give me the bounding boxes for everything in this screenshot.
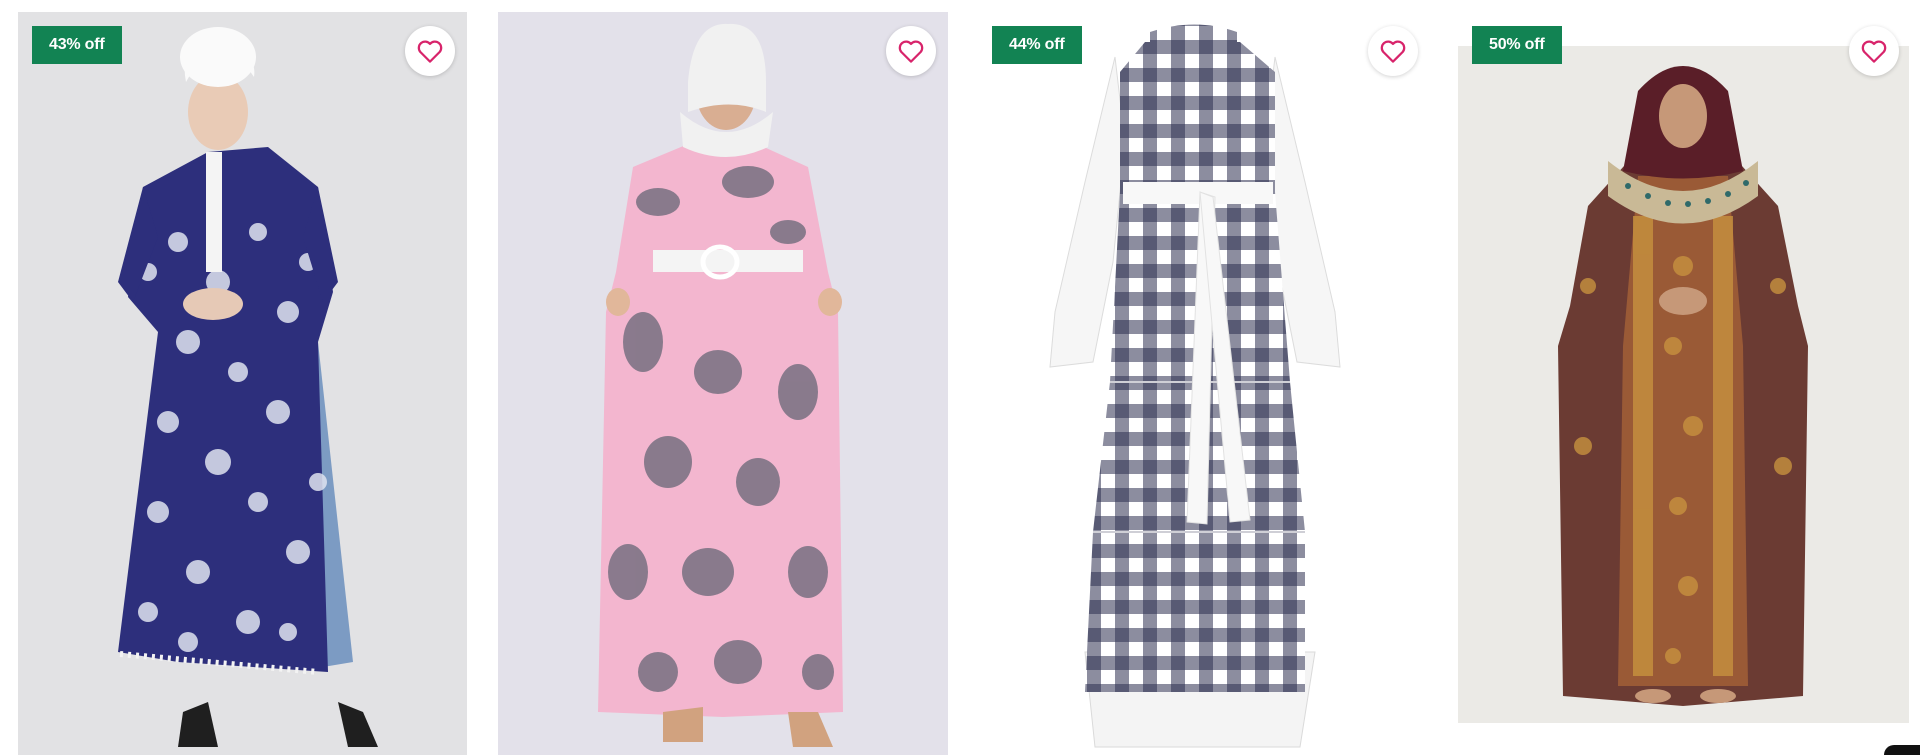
wishlist-button[interactable] — [405, 26, 455, 76]
product-card[interactable] — [493, 0, 948, 755]
heart-outline-icon — [1861, 40, 1887, 63]
wishlist-button[interactable] — [1849, 26, 1899, 76]
product-card[interactable]: 44% off — [975, 0, 1430, 755]
wishlist-button[interactable] — [886, 26, 936, 76]
chat-widget-tab[interactable] — [1884, 745, 1920, 755]
discount-badge: 43% off — [32, 26, 122, 64]
product-image[interactable] — [18, 12, 467, 755]
product-card[interactable]: 50% off — [1456, 0, 1911, 755]
wishlist-button[interactable] — [1368, 26, 1418, 76]
discount-badge: 50% off — [1472, 26, 1562, 64]
product-image[interactable] — [975, 12, 1430, 755]
discount-badge: 44% off — [992, 26, 1082, 64]
heart-outline-icon — [417, 40, 443, 63]
heart-outline-icon — [1380, 40, 1406, 63]
product-image[interactable] — [1458, 46, 1909, 723]
product-image[interactable] — [498, 12, 948, 755]
product-grid: 43% off 44% off 50% off — [0, 0, 1920, 755]
heart-outline-icon — [898, 40, 924, 63]
product-card[interactable]: 43% off — [12, 0, 467, 755]
